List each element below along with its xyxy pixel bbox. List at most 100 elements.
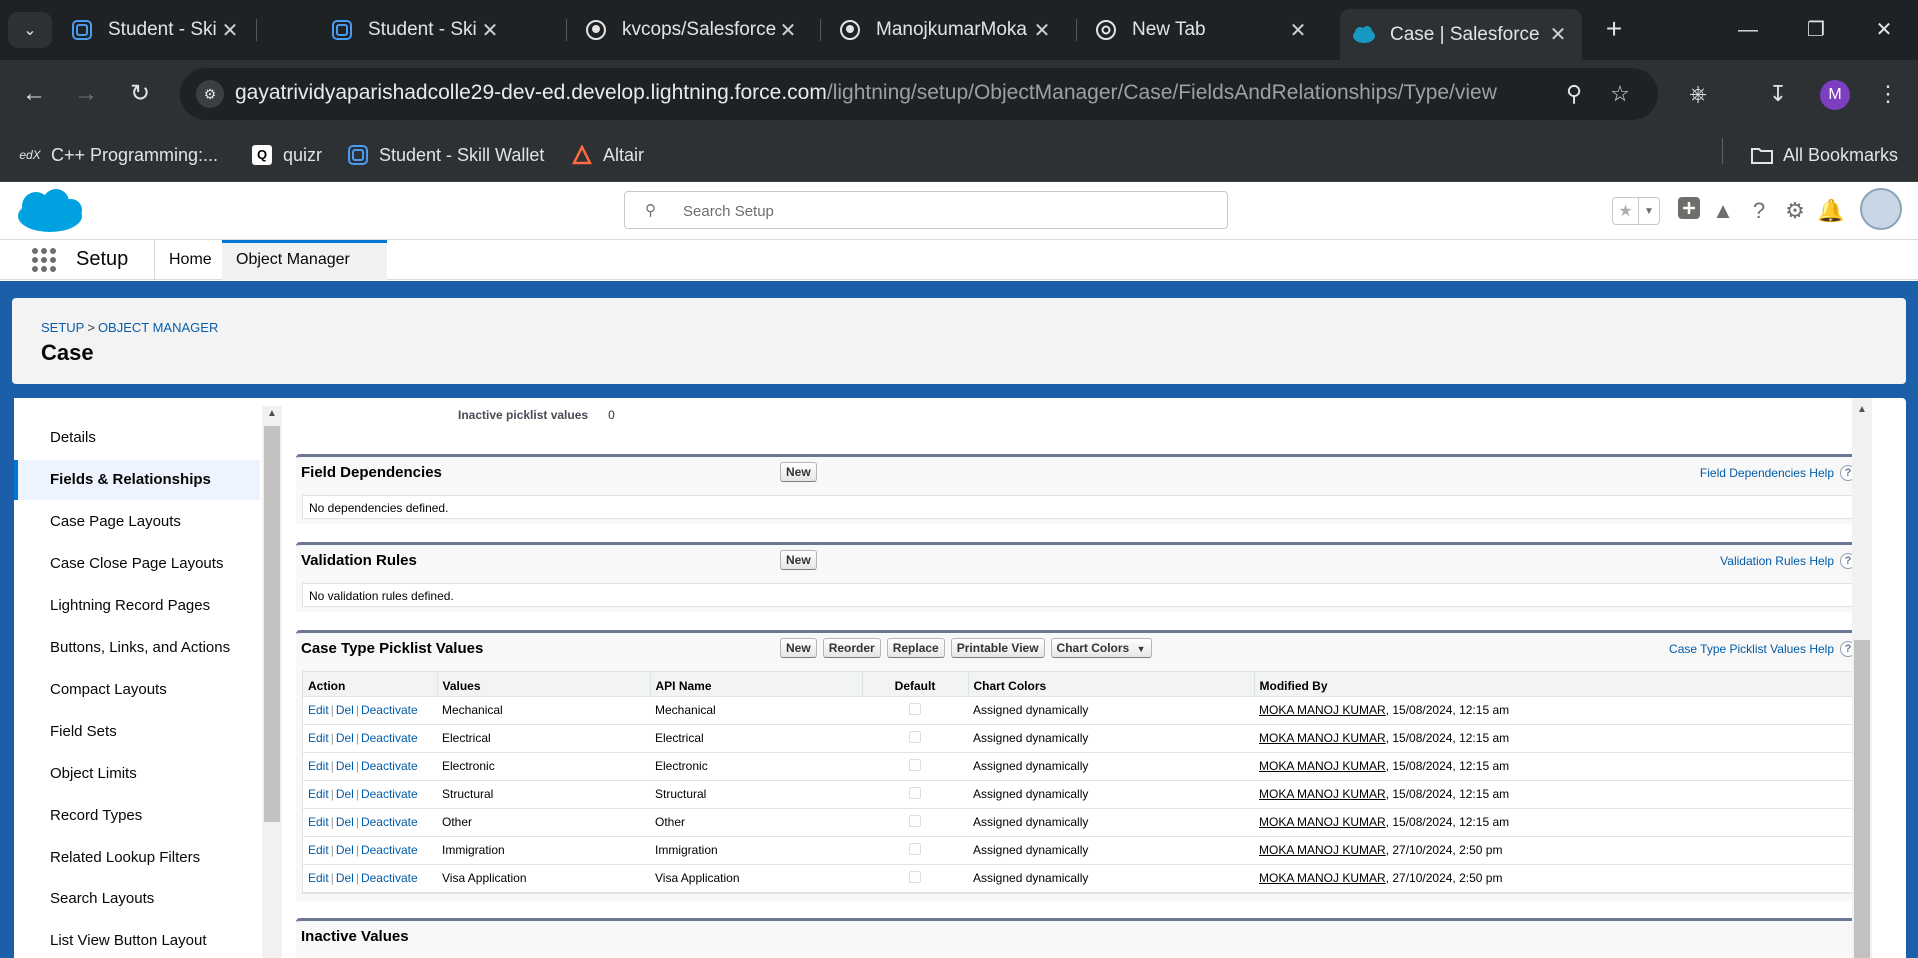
replace-button[interactable]: Replace: [886, 638, 945, 658]
sidebar-item-fields-relationships[interactable]: Fields & Relationships: [14, 460, 260, 500]
zoom-icon[interactable]: ⚲: [1560, 80, 1588, 108]
edit-link[interactable]: Edit: [308, 731, 329, 745]
scrollbar-thumb[interactable]: [264, 426, 280, 822]
user-avatar[interactable]: [1860, 188, 1902, 230]
gear-icon[interactable]: ⚙: [1780, 196, 1810, 226]
sidebar-item-page-layouts[interactable]: Case Page Layouts: [14, 502, 260, 542]
delete-link[interactable]: Del: [336, 843, 354, 857]
printable-view-button[interactable]: Printable View: [950, 638, 1045, 658]
all-bookmarks[interactable]: All Bookmarks: [1750, 141, 1898, 169]
user-link[interactable]: MOKA MANOJ KUMAR: [1259, 815, 1386, 829]
user-link[interactable]: MOKA MANOJ KUMAR: [1259, 703, 1386, 717]
favorites-group[interactable]: ★ ▼: [1612, 197, 1660, 225]
help-icon[interactable]: ?: [1744, 196, 1774, 226]
new-value-button[interactable]: New: [780, 638, 817, 658]
breadcrumb-object-manager[interactable]: OBJECT MANAGER: [98, 320, 218, 335]
user-link[interactable]: MOKA MANOJ KUMAR: [1259, 787, 1386, 801]
browser-tab[interactable]: New Tab ✕: [1082, 9, 1322, 51]
close-icon[interactable]: ✕: [776, 18, 800, 43]
setup-search-input[interactable]: [683, 200, 1203, 222]
delete-link[interactable]: Del: [336, 703, 354, 717]
close-icon[interactable]: ✕: [478, 18, 502, 43]
bookmark-item[interactable]: Q quizr: [250, 141, 322, 169]
bookmark-item[interactable]: Student - Skill Wallet: [346, 141, 544, 169]
url-text[interactable]: gayatrividyaparishadcolle29-dev-ed.devel…: [235, 81, 1497, 105]
sidebar-item-search-layouts[interactable]: Search Layouts: [14, 879, 260, 919]
deactivate-link[interactable]: Deactivate: [361, 731, 418, 745]
browser-tab[interactable]: Student - Skill Wall ✕: [318, 9, 514, 51]
bookmark-star-icon[interactable]: ☆: [1606, 80, 1634, 108]
edit-link[interactable]: Edit: [308, 815, 329, 829]
browser-tab-active[interactable]: Case | Salesforce ✕: [1340, 9, 1582, 60]
setup-search-box[interactable]: ⚲: [624, 191, 1228, 229]
close-icon[interactable]: ✕: [1546, 22, 1570, 47]
deactivate-link[interactable]: Deactivate: [361, 787, 418, 801]
browser-tab[interactable]: Student - Skill Wall ✕: [58, 9, 254, 51]
sidebar-item-close-page-layouts[interactable]: Case Close Page Layouts: [14, 544, 260, 584]
back-arrow-icon[interactable]: ←: [16, 76, 52, 112]
field-dependencies-help[interactable]: Field Dependencies Help?: [1700, 465, 1856, 481]
browser-tab[interactable]: ManojkumarMoka ✕: [826, 9, 1066, 51]
validation-rules-help[interactable]: Validation Rules Help?: [1720, 553, 1856, 569]
sidebar-item-object-limits[interactable]: Object Limits: [14, 754, 260, 794]
bookmark-item[interactable]: Altair: [570, 141, 644, 169]
browser-tab[interactable]: kvcops/Salesforce ✕: [572, 9, 812, 51]
app-launcher-icon[interactable]: [32, 248, 56, 272]
nav-home[interactable]: Home: [155, 240, 226, 280]
new-dependency-button[interactable]: New: [780, 462, 817, 482]
window-close-icon[interactable]: ✕: [1862, 12, 1906, 48]
edit-link[interactable]: Edit: [308, 871, 329, 885]
scrollbar-thumb[interactable]: [1854, 640, 1870, 958]
star-icon[interactable]: ★: [1613, 198, 1639, 224]
edit-link[interactable]: Edit: [308, 843, 329, 857]
sidebar-item-field-sets[interactable]: Field Sets: [14, 712, 260, 752]
reload-icon[interactable]: ↻: [122, 76, 158, 112]
help-link[interactable]: Field Dependencies Help: [1700, 466, 1834, 480]
salesforce-logo[interactable]: [16, 188, 84, 234]
favorites-dropdown-icon[interactable]: ▼: [1639, 198, 1659, 224]
sidebar-item-related-lookup-filters[interactable]: Related Lookup Filters: [14, 838, 260, 878]
notification-bell-icon[interactable]: 🔔: [1816, 196, 1846, 226]
deactivate-link[interactable]: Deactivate: [361, 843, 418, 857]
scroll-up-icon[interactable]: ▲: [262, 406, 282, 422]
delete-link[interactable]: Del: [336, 815, 354, 829]
bookmark-item[interactable]: edX C++ Programming:...: [18, 141, 218, 169]
reorder-button[interactable]: Reorder: [822, 638, 881, 658]
picklist-help[interactable]: Case Type Picklist Values Help?: [1669, 641, 1856, 657]
forward-arrow-icon[interactable]: →: [68, 76, 104, 112]
scroll-up-icon[interactable]: ▲: [1852, 402, 1872, 418]
site-info-icon[interactable]: ⚙: [196, 80, 224, 108]
column-header-api-name[interactable]: API Name: [650, 672, 863, 697]
main-scrollbar[interactable]: ▲: [1852, 398, 1872, 958]
user-link[interactable]: MOKA MANOJ KUMAR: [1259, 731, 1386, 745]
trailhead-icon[interactable]: ▲: [1708, 196, 1738, 226]
column-header-values[interactable]: Values: [437, 672, 651, 697]
menu-kebab-icon[interactable]: ⋮: [1870, 76, 1906, 112]
edit-link[interactable]: Edit: [308, 787, 329, 801]
download-icon[interactable]: ↧: [1760, 76, 1796, 112]
extensions-icon[interactable]: ⎈: [1680, 76, 1716, 112]
deactivate-link[interactable]: Deactivate: [361, 703, 418, 717]
deactivate-link[interactable]: Deactivate: [361, 871, 418, 885]
delete-link[interactable]: Del: [336, 759, 354, 773]
edit-link[interactable]: Edit: [308, 703, 329, 717]
new-tab-button[interactable]: +: [1598, 14, 1630, 46]
sidebar-scrollbar[interactable]: ▲: [262, 406, 282, 958]
delete-link[interactable]: Del: [336, 787, 354, 801]
sidebar-item-buttons-links-actions[interactable]: Buttons, Links, and Actions: [14, 628, 260, 668]
nav-object-manager[interactable]: Object Manager ⌄: [222, 240, 387, 302]
breadcrumb-setup[interactable]: SETUP: [41, 320, 84, 335]
restore-icon[interactable]: ❐: [1794, 12, 1838, 48]
new-validation-rule-button[interactable]: New: [780, 550, 817, 570]
deactivate-link[interactable]: Deactivate: [361, 759, 418, 773]
sidebar-item-lightning-record-pages[interactable]: Lightning Record Pages: [14, 586, 260, 626]
sidebar-item-details[interactable]: Details: [14, 418, 260, 458]
delete-link[interactable]: Del: [336, 871, 354, 885]
close-icon[interactable]: ✕: [218, 18, 242, 43]
user-link[interactable]: MOKA MANOJ KUMAR: [1259, 843, 1386, 857]
help-link[interactable]: Validation Rules Help: [1720, 554, 1834, 568]
minimize-icon[interactable]: —: [1726, 12, 1770, 48]
help-link[interactable]: Case Type Picklist Values Help: [1669, 642, 1834, 656]
close-icon[interactable]: ✕: [1286, 18, 1310, 43]
sidebar-item-list-view-button-layout[interactable]: List View Button Layout: [14, 921, 260, 958]
